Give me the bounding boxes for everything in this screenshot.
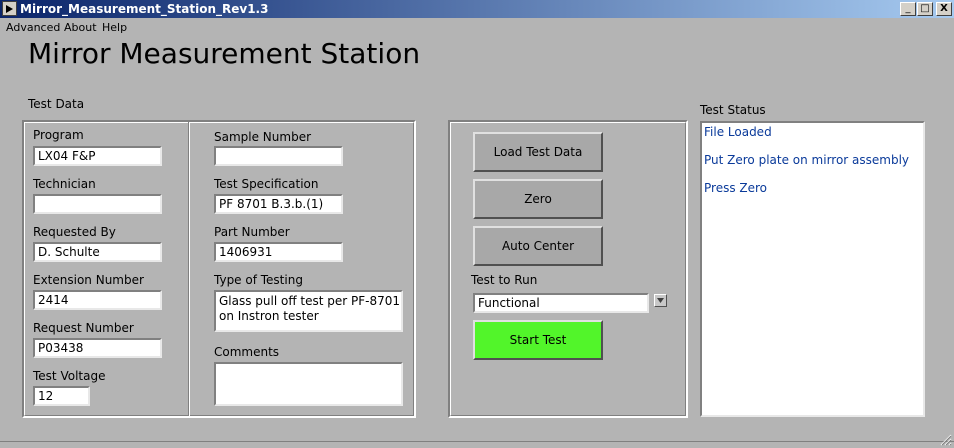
- minimize-button[interactable]: _: [900, 2, 916, 16]
- status-line: File Loaded: [704, 125, 772, 139]
- test-to-run-select[interactable]: Functional: [473, 293, 649, 313]
- chevron-down-icon: [657, 298, 664, 303]
- program-label: Program: [33, 128, 84, 142]
- sample-number-field[interactable]: [214, 146, 343, 166]
- close-button[interactable]: X: [936, 2, 952, 16]
- test-to-run-label: Test to Run: [471, 273, 538, 287]
- request-number-label: Request Number: [33, 321, 134, 335]
- part-number-label: Part Number: [214, 225, 290, 239]
- load-test-data-button[interactable]: Load Test Data: [473, 132, 603, 172]
- auto-center-button[interactable]: Auto Center: [473, 226, 603, 266]
- status-line: Put Zero plate on mirror assembly: [704, 153, 910, 167]
- menu-bar: [0, 18, 954, 38]
- start-test-button[interactable]: Start Test: [473, 320, 603, 360]
- comments-field[interactable]: [214, 362, 403, 406]
- group-divider-highlight: [189, 122, 190, 416]
- test-voltage-label: Test Voltage: [33, 369, 106, 383]
- status-line: Press Zero: [704, 181, 768, 195]
- extension-number-field[interactable]: 2414: [33, 290, 162, 310]
- test-voltage-field[interactable]: 12: [33, 386, 90, 406]
- technician-label: Technician: [33, 177, 96, 191]
- test-specification-label: Test Specification: [214, 177, 319, 191]
- comments-label: Comments: [214, 345, 280, 359]
- menu-advanced[interactable]: Advanced: [6, 21, 60, 34]
- extension-number-label: Extension Number: [33, 273, 144, 287]
- window-bottom-border: [0, 441, 954, 442]
- dropdown-arrow-button[interactable]: [654, 294, 667, 307]
- test-data-label: Test Data: [28, 97, 85, 111]
- menu-help[interactable]: Help: [102, 21, 127, 34]
- test-status-label: Test Status: [700, 103, 766, 117]
- sample-number-label: Sample Number: [214, 130, 312, 144]
- type-of-testing-field[interactable]: Glass pull off test per PF-8701 on Instr…: [214, 290, 403, 332]
- type-of-testing-label: Type of Testing: [214, 273, 303, 287]
- part-number-field[interactable]: 1406931: [214, 242, 343, 262]
- app-icon[interactable]: [2, 1, 17, 16]
- technician-field[interactable]: [33, 194, 162, 214]
- window-title: Mirror_Measurement_Station_Rev1.3: [20, 2, 269, 16]
- menu-about[interactable]: About: [64, 21, 97, 34]
- requested-by-label: Requested By: [33, 225, 116, 239]
- zero-button[interactable]: Zero: [473, 179, 603, 219]
- resize-grip-icon[interactable]: [940, 434, 952, 446]
- maximize-button[interactable]: □: [917, 2, 933, 16]
- page-title: Mirror Measurement Station: [28, 37, 421, 70]
- request-number-field[interactable]: P03438: [33, 338, 162, 358]
- program-field[interactable]: LX04 F&P: [33, 146, 162, 166]
- test-specification-field[interactable]: PF 8701 B.3.b.(1): [214, 194, 343, 214]
- requested-by-field[interactable]: D. Schulte: [33, 242, 162, 262]
